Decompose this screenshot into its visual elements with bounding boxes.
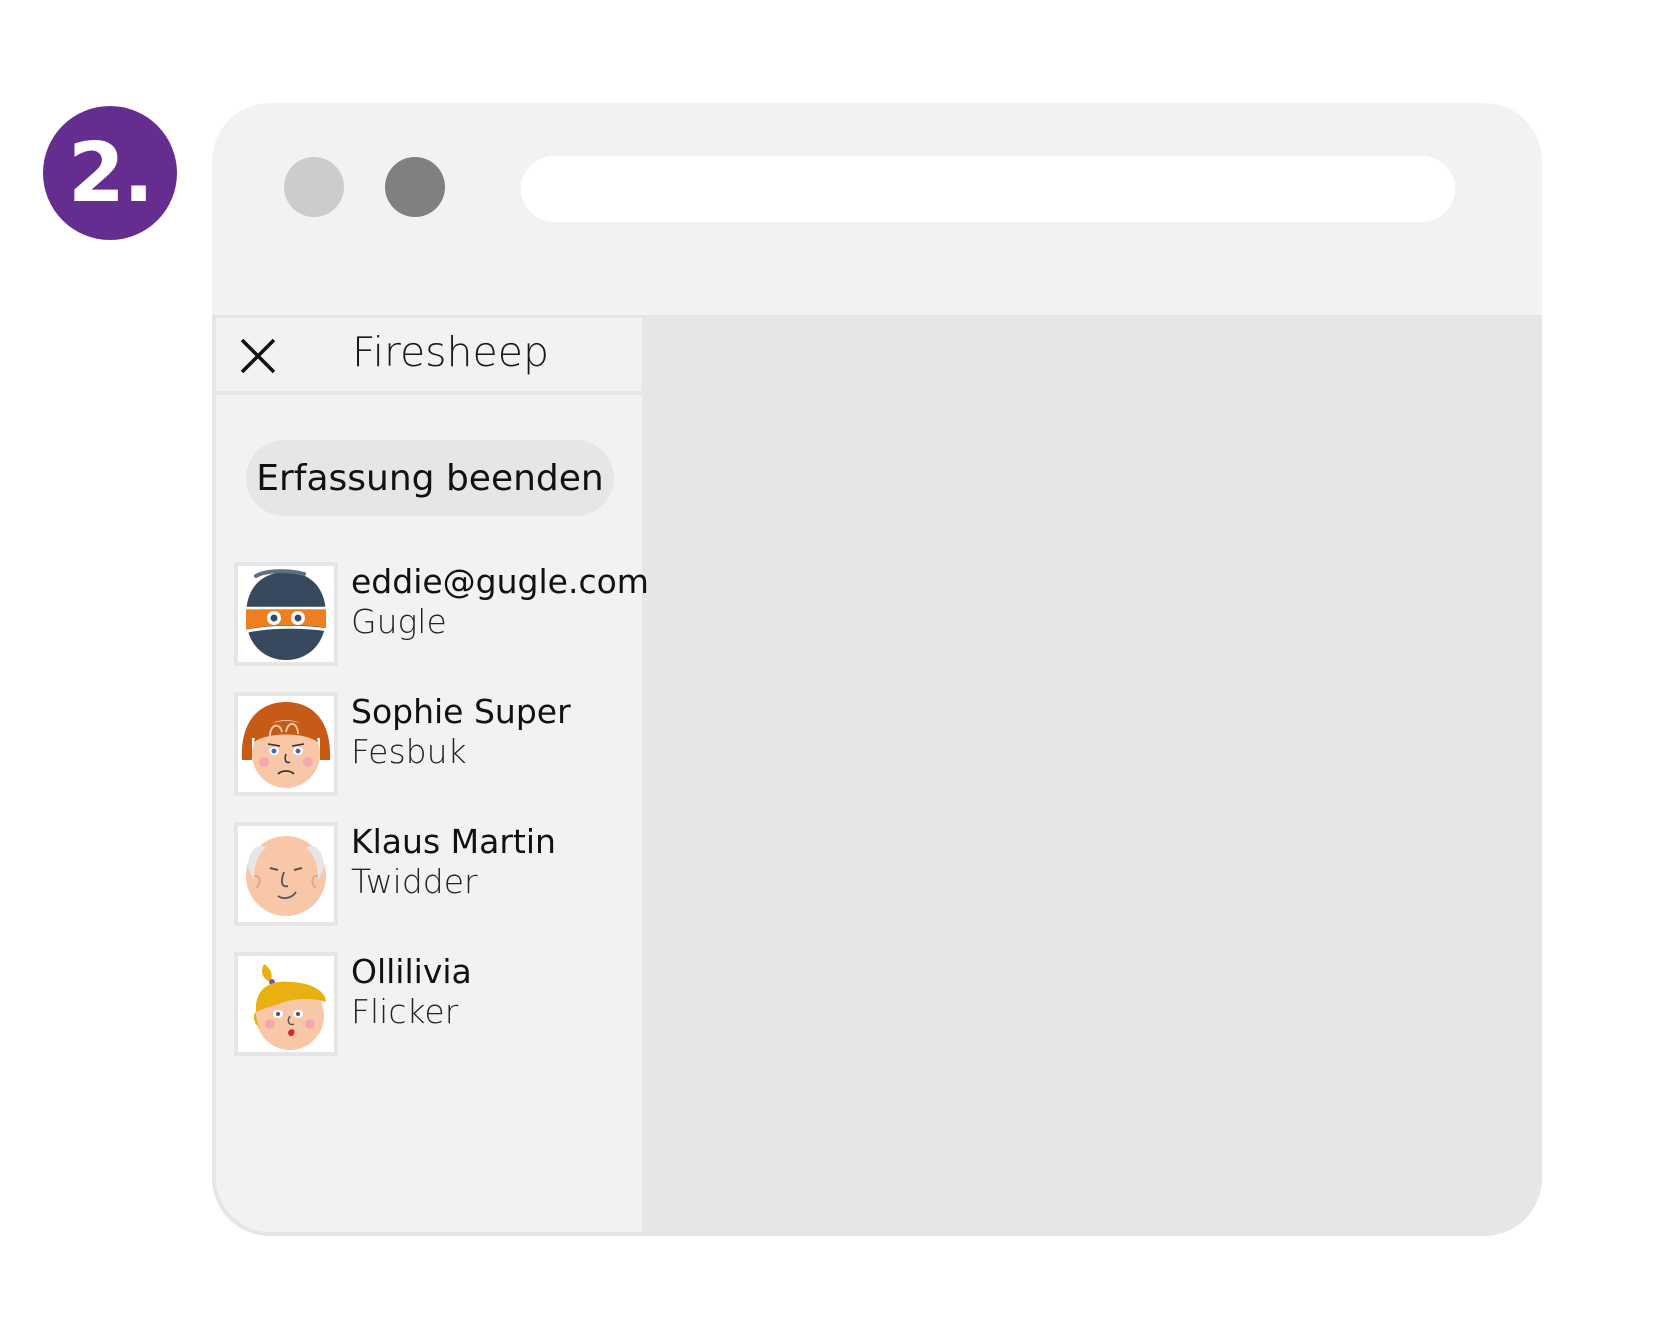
browser-window: Firesheep Erfassung beenden eddie@gugle.… [212,103,1542,1236]
blonde-girl-avatar-icon [253,964,326,1050]
session-item[interactable]: Klaus Martin Twidder [234,822,634,926]
session-site: Twidder [351,862,478,901]
avatar [234,822,338,926]
masked-burglar-avatar-icon [243,569,329,660]
session-item[interactable]: eddie@gugle.com Gugle [234,562,649,666]
step-number-label: 2. [67,125,154,221]
sidebar-title: Firesheep [352,328,549,376]
avatar [234,692,338,796]
session-item[interactable]: Sophie Super Fesbuk [234,692,634,796]
session-name: Klaus Martin [351,822,556,861]
stop-capture-label: Erfassung beenden [256,457,604,499]
avatar [234,562,338,666]
avatar [234,952,338,1056]
bald-man-avatar-icon [246,836,326,916]
sidebar-header: Firesheep [216,315,642,395]
session-site: Gugle [351,602,447,641]
session-site: Fesbuk [351,732,467,771]
session-site: Flicker [351,992,459,1031]
session-name: eddie@gugle.com [351,562,649,601]
red-haired-woman-avatar-icon [241,702,331,788]
stop-capture-button[interactable]: Erfassung beenden [246,440,614,516]
firesheep-sidebar: Firesheep Erfassung beenden eddie@gugle.… [212,315,649,1236]
window-control-dark[interactable] [385,157,445,217]
session-item[interactable]: Ollilivia Flicker [234,952,634,1056]
step-number-badge: 2. [43,106,177,240]
address-bar[interactable] [521,156,1455,222]
session-name: Sophie Super [351,692,571,731]
close-icon[interactable] [238,336,278,376]
window-control-light[interactable] [284,157,344,217]
session-name: Ollilivia [351,952,472,991]
